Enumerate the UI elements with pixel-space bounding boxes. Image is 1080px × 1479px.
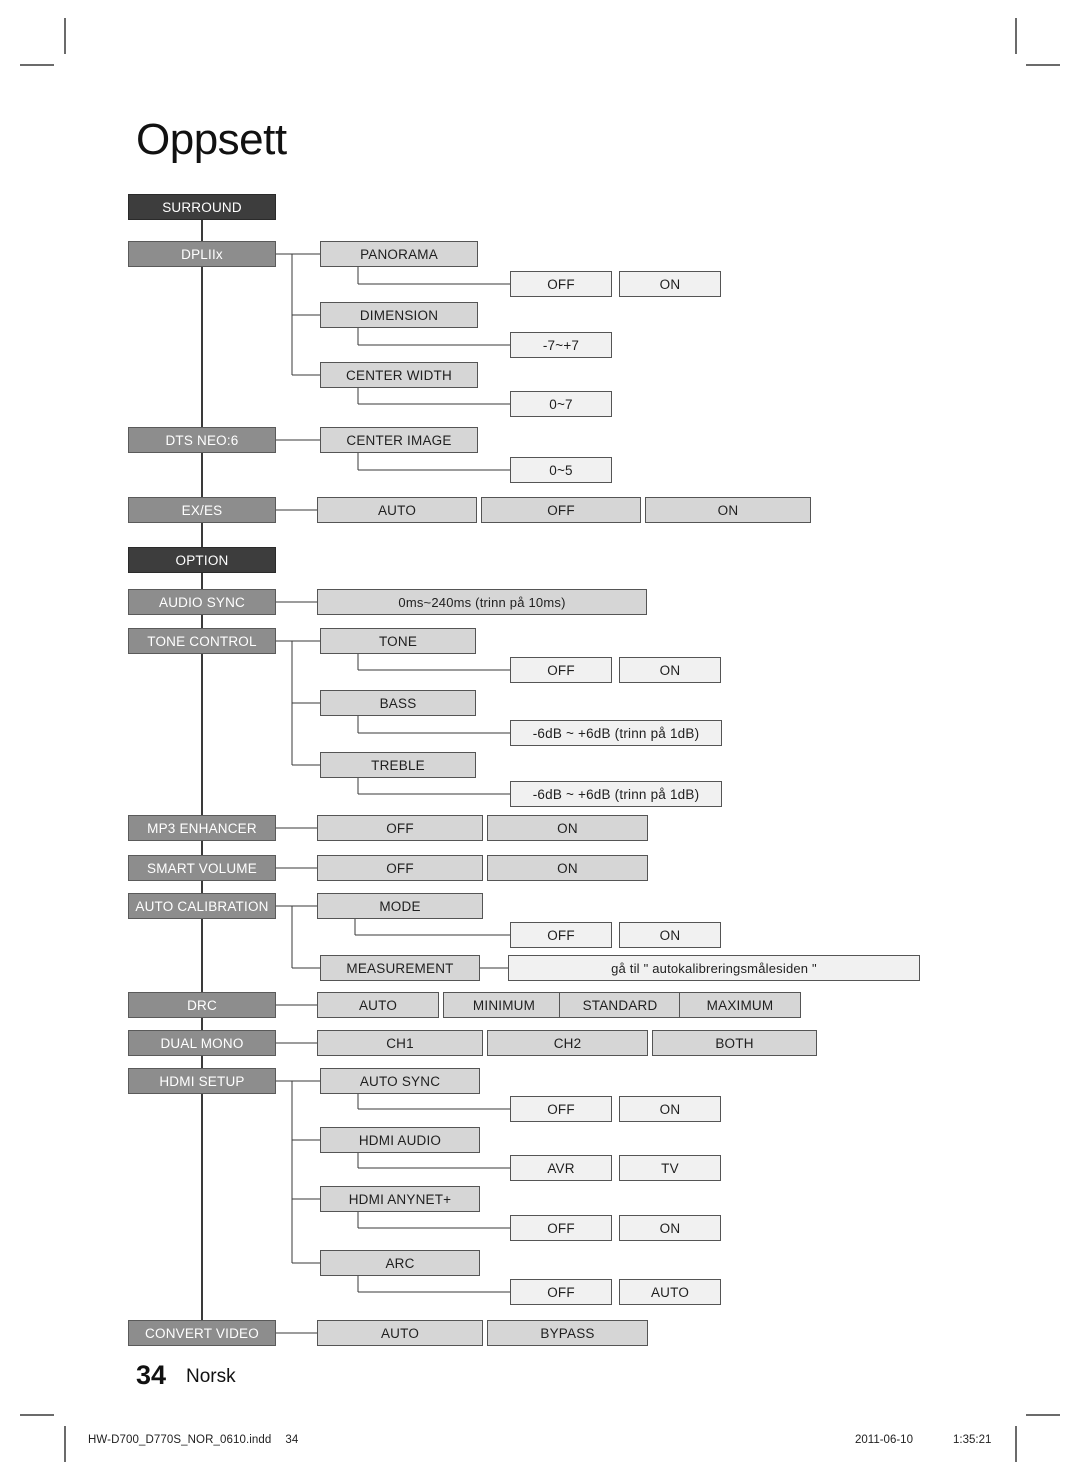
print-file-page: 34: [285, 1434, 299, 1446]
node-audio-sync-val: 0ms~240ms (trinn på 10ms): [317, 589, 647, 615]
node-ha-avr: AVR: [510, 1155, 612, 1181]
node-has-off: OFF: [510, 1096, 612, 1122]
node-bass: BASS: [320, 690, 476, 716]
node-center-image-val: 0~5: [510, 457, 612, 483]
node-surround: SURROUND: [128, 194, 276, 220]
node-tone: TONE: [320, 628, 476, 654]
node-center-image: CENTER IMAGE: [320, 427, 478, 453]
node-ex-on: ON: [645, 497, 811, 523]
node-dual-mono: DUAL MONO: [128, 1030, 276, 1056]
node-dm-ch2: CH2: [487, 1030, 648, 1056]
node-mp3-off: OFF: [317, 815, 483, 841]
node-dm-ch1: CH1: [317, 1030, 483, 1056]
node-ex-es: EX/ES: [128, 497, 276, 523]
node-measurement: MEASUREMENT: [320, 955, 480, 981]
node-mp3-on: ON: [487, 815, 648, 841]
node-cv-bypass: BYPASS: [487, 1320, 648, 1346]
node-cv-auto: AUTO: [317, 1320, 483, 1346]
print-time: 1:35:21: [953, 1434, 992, 1446]
node-drc-max: MAXIMUM: [679, 992, 801, 1018]
node-han-on: ON: [619, 1215, 721, 1241]
node-ex-off: OFF: [481, 497, 641, 523]
node-smart-volume: SMART VOLUME: [128, 855, 276, 881]
node-measurement-val: gå til " autokalibreringsmålesiden ": [508, 955, 920, 981]
node-ha-tv: TV: [619, 1155, 721, 1181]
node-has-on: ON: [619, 1096, 721, 1122]
node-panorama-off: OFF: [510, 271, 612, 297]
node-smart-on: ON: [487, 855, 648, 881]
node-mode: MODE: [317, 893, 483, 919]
settings-menu-tree-diagram: SURROUND DPLIIx PANORAMA OFF ON DIMENSION -7~+…: [0, 0, 1080, 1479]
node-hdmi-anynet: HDMI ANYNET+: [320, 1186, 480, 1212]
node-tone-control: TONE CONTROL: [128, 628, 276, 654]
node-mode-on: ON: [619, 922, 721, 948]
node-tone-off: OFF: [510, 657, 612, 683]
node-tone-on: ON: [619, 657, 721, 683]
print-file-name: HW-D700_D770S_NOR_0610.indd: [88, 1434, 272, 1446]
print-file-info: HW-D700_D770S_NOR_0610.indd 34: [88, 1434, 298, 1446]
node-mode-off: OFF: [510, 922, 612, 948]
node-hdmi-setup: HDMI SETUP: [128, 1068, 276, 1094]
node-treble: TREBLE: [320, 752, 476, 778]
node-bass-val: -6dB ~ +6dB (trinn på 1dB): [510, 720, 722, 746]
node-center-width-val: 0~7: [510, 391, 612, 417]
node-auto-calibration: AUTO CALIBRATION: [128, 893, 276, 919]
node-drc: DRC: [128, 992, 276, 1018]
node-dplIIx: DPLIIx: [128, 241, 276, 267]
node-drc-min: MINIMUM: [443, 992, 565, 1018]
node-arc-off: OFF: [510, 1279, 612, 1305]
node-center-width: CENTER WIDTH: [320, 362, 478, 388]
node-option: OPTION: [128, 547, 276, 573]
node-mp3-enhancer: MP3 ENHANCER: [128, 815, 276, 841]
print-date: 2011-06-10: [855, 1434, 913, 1446]
node-smart-off: OFF: [317, 855, 483, 881]
node-dimension-val: -7~+7: [510, 332, 612, 358]
node-dts-neo6: DTS NEO:6: [128, 427, 276, 453]
node-audio-sync: AUDIO SYNC: [128, 589, 276, 615]
node-panorama-on: ON: [619, 271, 721, 297]
node-dimension: DIMENSION: [320, 302, 478, 328]
node-panorama: PANORAMA: [320, 241, 478, 267]
node-arc-auto: AUTO: [619, 1279, 721, 1305]
page-number: 34: [136, 1360, 167, 1390]
node-treble-val: -6dB ~ +6dB (trinn på 1dB): [510, 781, 722, 807]
node-dm-both: BOTH: [652, 1030, 817, 1056]
node-hdmi-audio: HDMI AUDIO: [320, 1127, 480, 1153]
node-hdmi-auto-sync: AUTO SYNC: [320, 1068, 480, 1094]
node-han-off: OFF: [510, 1215, 612, 1241]
node-drc-std: STANDARD: [559, 992, 681, 1018]
page-language: Norsk: [186, 1366, 236, 1387]
node-ex-auto: AUTO: [317, 497, 477, 523]
node-arc: ARC: [320, 1250, 480, 1276]
node-drc-auto: AUTO: [317, 992, 439, 1018]
node-convert-video: CONVERT VIDEO: [128, 1320, 276, 1346]
